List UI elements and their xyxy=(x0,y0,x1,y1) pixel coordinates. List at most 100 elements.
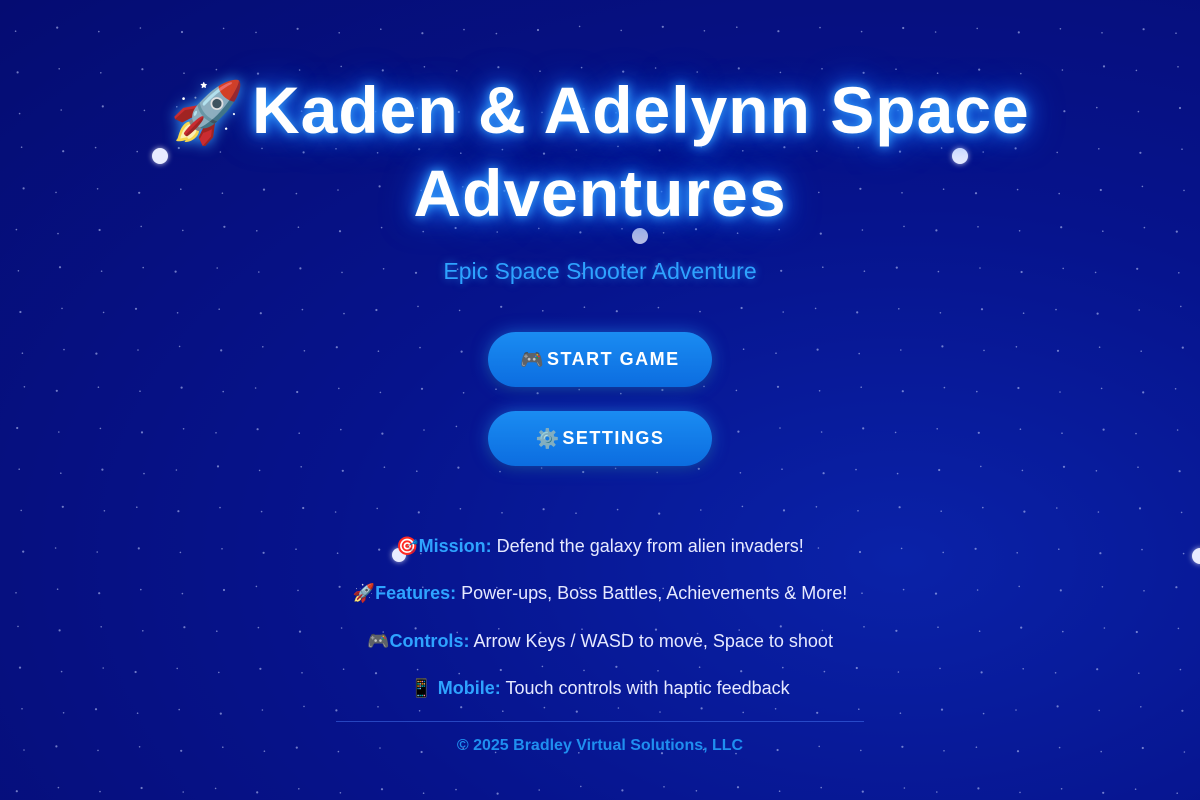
star-dot xyxy=(218,308,220,311)
star-dot xyxy=(338,387,340,390)
star-dot xyxy=(901,390,904,393)
star-dot xyxy=(1103,627,1106,629)
star-dot xyxy=(736,26,738,29)
star-dot xyxy=(620,29,622,32)
star-dot xyxy=(260,510,263,513)
star-dot xyxy=(782,311,784,313)
star-dot xyxy=(219,712,222,715)
star-dot xyxy=(259,667,262,670)
star-dot xyxy=(542,508,545,511)
star-dot xyxy=(774,708,777,710)
star-dot xyxy=(781,468,783,471)
star-dot xyxy=(458,309,461,312)
star-dot xyxy=(417,305,419,308)
star-dot xyxy=(94,708,98,711)
star-dot xyxy=(300,466,303,468)
star-dot xyxy=(1097,511,1100,513)
star-dot xyxy=(540,467,543,469)
star-dot xyxy=(180,30,184,34)
star-dot xyxy=(860,386,862,389)
gamepad-icon: 🎮 xyxy=(367,631,390,651)
star-dot xyxy=(341,469,344,472)
star-dot xyxy=(1138,672,1140,674)
star-dot xyxy=(1017,386,1020,390)
star-dot xyxy=(500,305,503,308)
star-dot xyxy=(902,26,905,30)
game-subtitle: Epic Space Shooter Adventure xyxy=(443,258,757,284)
star-dot xyxy=(856,311,859,314)
star-dot xyxy=(381,432,384,435)
star-dot xyxy=(459,508,462,510)
info-controls-label: Controls: xyxy=(389,631,470,651)
star-dot xyxy=(416,668,419,671)
star-dot xyxy=(98,30,100,33)
star-dot xyxy=(983,349,985,352)
star-dot xyxy=(55,191,57,194)
star-dot xyxy=(296,390,299,394)
star-dot xyxy=(1177,66,1179,68)
star-dot xyxy=(583,669,585,672)
star-dot xyxy=(1098,346,1101,349)
star-dot xyxy=(102,311,105,314)
star-dot xyxy=(17,625,19,628)
rocket-icon: 🚀 xyxy=(352,583,376,603)
info-mission: 🎯Mission: Defend the galaxy from alien i… xyxy=(0,536,1200,557)
star-dot xyxy=(1096,668,1099,671)
star-dot xyxy=(1015,709,1017,711)
star-dot xyxy=(982,712,985,715)
star-dot xyxy=(136,506,138,509)
star-dot xyxy=(818,390,821,392)
star-dot xyxy=(296,27,299,30)
star-dot xyxy=(1138,309,1140,311)
star-dot xyxy=(214,787,217,790)
star-dot xyxy=(941,345,944,348)
star-dot xyxy=(1056,507,1058,509)
star-dot xyxy=(740,306,743,310)
star-dot xyxy=(580,66,583,69)
star-dot xyxy=(495,388,497,391)
star-dot xyxy=(698,666,701,668)
star-dot xyxy=(222,27,225,30)
star-dot xyxy=(1180,305,1182,308)
star-dot xyxy=(18,112,21,115)
start-game-button[interactable]: 🎮 START GAME xyxy=(488,332,712,387)
star-dot xyxy=(419,346,421,349)
star-dot xyxy=(1019,791,1021,794)
star-dot xyxy=(1183,189,1185,192)
star-dot xyxy=(980,671,983,674)
star-dot xyxy=(460,706,463,709)
star-dot xyxy=(777,30,780,33)
star-dot xyxy=(900,349,902,351)
star-dot xyxy=(1135,432,1137,435)
star-dot xyxy=(502,710,504,712)
star-dot xyxy=(663,786,665,788)
star-dot xyxy=(1020,626,1023,629)
star-dot xyxy=(1181,709,1184,712)
star-dot xyxy=(15,790,18,793)
star-dot xyxy=(462,392,465,394)
star-dot xyxy=(815,506,818,508)
star-dot xyxy=(20,146,23,148)
gear-icon: ⚙️ xyxy=(535,428,560,450)
star-dot xyxy=(858,352,860,355)
star-dot xyxy=(615,665,618,668)
star-dot xyxy=(703,385,705,388)
star-dot xyxy=(496,792,499,795)
star-dot xyxy=(656,471,658,474)
star-dot xyxy=(457,466,460,469)
star-dot xyxy=(1056,705,1059,708)
star-dot xyxy=(976,390,978,393)
star-dot xyxy=(259,312,262,315)
star-dot xyxy=(1175,32,1177,34)
star-dot xyxy=(936,791,938,793)
star-dot xyxy=(940,510,942,512)
star-dot xyxy=(340,65,343,68)
star-dot xyxy=(903,787,906,789)
star-dot xyxy=(661,388,664,392)
phone-icon: 📱 xyxy=(410,678,433,698)
settings-button[interactable]: ⚙️ SETTINGS xyxy=(488,411,712,466)
star-dot xyxy=(697,467,700,470)
star-dot xyxy=(455,425,458,428)
star-dot xyxy=(18,468,21,471)
star-dot xyxy=(659,711,661,713)
